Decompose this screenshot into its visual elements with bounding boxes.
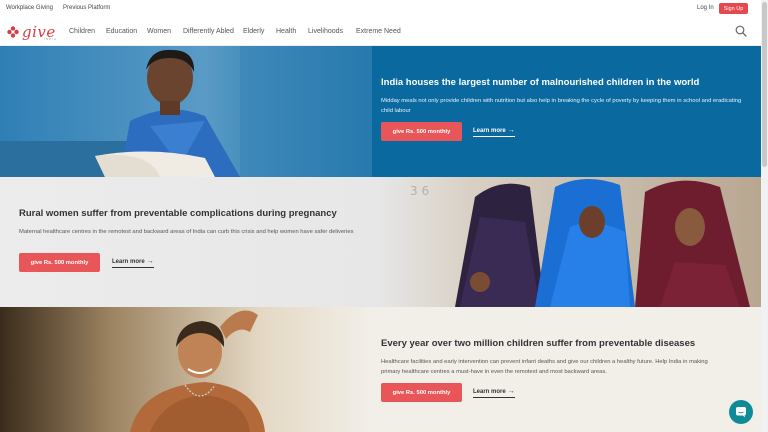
arrow-right-icon: → xyxy=(507,388,515,395)
women-sitting-photo: 3 6 xyxy=(380,177,761,307)
chat-button[interactable] xyxy=(729,400,753,424)
page-scrollbar[interactable] xyxy=(761,0,768,432)
learn-more-label: Learn more xyxy=(473,388,506,395)
section-3-description: Healthcare facilities and early interven… xyxy=(381,359,708,375)
arrow-right-icon: → xyxy=(507,127,515,134)
section-1-heading: India houses the largest number of malno… xyxy=(381,77,700,88)
section-3-learn-more-link[interactable]: Learn more → xyxy=(473,388,515,398)
top-bar: Workplace Giving Previous Platform Log I… xyxy=(0,0,761,18)
nav-health[interactable]: Health xyxy=(276,28,296,35)
section-1-description: Midday meals not only provide children w… xyxy=(381,98,742,114)
nav-women[interactable]: Women xyxy=(147,28,171,35)
learn-more-label: Learn more xyxy=(112,258,145,265)
logo-subtext: INDIA xyxy=(44,37,58,41)
section-rural-women: 3 6 Rural women suffer from preventable … xyxy=(0,177,761,307)
scrollbar-thumb[interactable] xyxy=(762,2,767,167)
nav-education[interactable]: Education xyxy=(106,28,137,35)
section-3-donate-button[interactable]: give Rs. 500 monthly xyxy=(381,383,462,402)
login-link[interactable]: Log In xyxy=(697,5,714,11)
flower-logo-icon xyxy=(7,26,19,38)
smiling-child-photo xyxy=(0,307,372,432)
svg-text:3 6: 3 6 xyxy=(410,184,429,198)
learn-more-label: Learn more xyxy=(473,127,506,134)
search-icon[interactable] xyxy=(735,25,747,37)
section-preventable-diseases: Every year over two million children suf… xyxy=(0,307,761,432)
section-2-heading: Rural women suffer from preventable comp… xyxy=(19,208,337,219)
give-india-logo[interactable]: give INDIA xyxy=(6,22,56,42)
section-2-donate-button[interactable]: give Rs. 500 monthly xyxy=(19,253,100,272)
nav-differently-abled[interactable]: Differently Abled xyxy=(183,28,234,35)
nav-livelihoods[interactable]: Livelihoods xyxy=(308,28,343,35)
section-1-donate-button[interactable]: give Rs. 500 monthly xyxy=(381,122,462,141)
boy-reading-photo xyxy=(0,46,372,177)
previous-platform-link[interactable]: Previous Platform xyxy=(63,5,110,11)
chat-icon xyxy=(736,407,746,418)
arrow-right-icon: → xyxy=(146,258,154,265)
main-nav: give INDIA Children Education Women Diff… xyxy=(0,18,761,46)
workplace-giving-link[interactable]: Workplace Giving xyxy=(6,5,53,11)
signup-button[interactable]: Sign Up xyxy=(719,3,748,14)
nav-children[interactable]: Children xyxy=(69,28,95,35)
section-3-heading: Every year over two million children suf… xyxy=(381,338,696,349)
nav-elderly[interactable]: Elderly xyxy=(243,28,264,35)
section-2-description: Maternal healthcare centres in the remot… xyxy=(19,229,354,235)
section-1-learn-more-link[interactable]: Learn more → xyxy=(473,127,515,137)
section-2-learn-more-link[interactable]: Learn more → xyxy=(112,258,154,268)
hero-malnourished-children: India houses the largest number of malno… xyxy=(0,46,761,177)
nav-extreme-need[interactable]: Extreme Need xyxy=(356,28,401,35)
